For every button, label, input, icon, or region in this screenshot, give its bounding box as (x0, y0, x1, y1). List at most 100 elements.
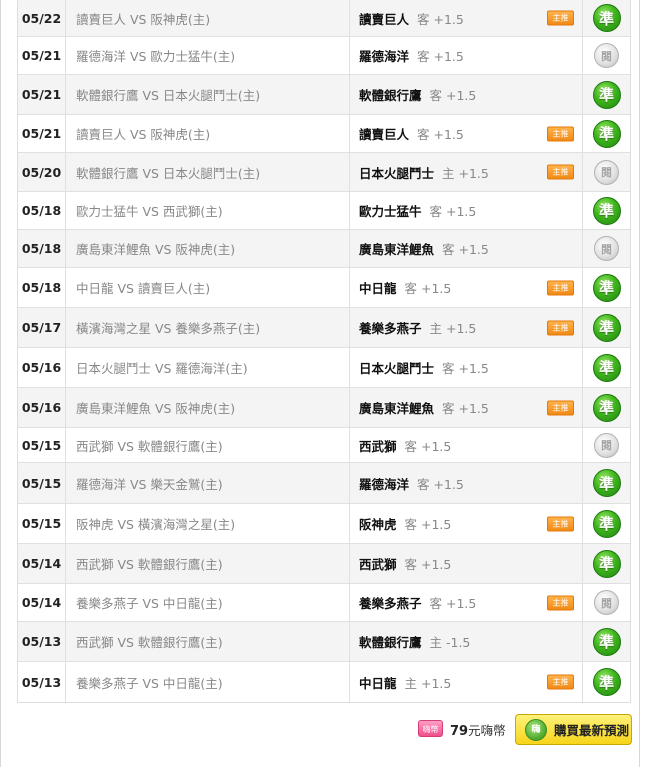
row-date: 05/18 (18, 268, 66, 307)
row-date: 05/15 (18, 504, 66, 543)
table-row: 05/15 羅德海洋 VS 樂天金鷲(主) 羅德海洋客 +1.5 準 (18, 463, 630, 504)
pick-handicap: 客 +1.5 (417, 11, 464, 27)
featured-tag: 主推 (547, 164, 574, 180)
row-pick: 廣島東洋鯉魚客 +1.5 主推 (350, 388, 583, 427)
row-result: 閱 (583, 584, 630, 621)
row-result: 閱 (583, 153, 630, 191)
table-row: 05/15 西武獅 VS 軟體銀行鷹(主) 西武獅客 +1.5 閱 (18, 428, 630, 463)
row-matchup: 歐力士猛牛 VS 西武獅(主) (66, 192, 350, 229)
pick-team: 讀賣巨人 (359, 127, 410, 142)
coin-icon: 嗨幣 (418, 720, 443, 737)
table-row: 05/16 日本火腿鬥士 VS 羅德海洋(主) 日本火腿鬥士客 +1.5 準 (18, 348, 630, 388)
row-pick: 羅德海洋客 +1.5 (350, 37, 583, 74)
table-row: 05/20 軟體銀行鷹 VS 日本火腿鬥士(主) 日本火腿鬥士主 +1.5 主推 閱 (18, 153, 630, 192)
table-row: 05/14 西武獅 VS 軟體銀行鷹(主) 西武獅客 +1.5 準 (18, 544, 630, 584)
miss-badge-icon: 閱 (594, 432, 619, 458)
pick-team: 讀賣巨人 (359, 11, 410, 27)
table-row: 05/13 西武獅 VS 軟體銀行鷹(主) 軟體銀行鷹主 -1.5 準 (18, 622, 630, 662)
row-date: 05/13 (18, 662, 66, 702)
row-pick: 日本火腿鬥士主 +1.5 主推 (350, 153, 583, 191)
miss-badge-icon: 閱 (594, 43, 619, 68)
table-row: 05/18 歐力士猛牛 VS 西武獅(主) 歐力士猛牛客 +1.5 準 (18, 192, 630, 230)
row-date: 05/16 (18, 348, 66, 387)
row-matchup: 羅德海洋 VS 樂天金鷲(主) (66, 463, 350, 503)
row-date: 05/21 (18, 75, 66, 114)
row-matchup: 羅德海洋 VS 歐力士猛牛(主) (66, 37, 350, 74)
row-result: 準 (583, 504, 630, 543)
pick-team: 軟體銀行鷹 (359, 635, 422, 650)
hit-badge-icon: 準 (592, 196, 621, 225)
row-date: 05/18 (18, 230, 66, 267)
row-pick: 羅德海洋客 +1.5 (350, 463, 583, 503)
featured-tag: 主推 (547, 126, 574, 141)
pick-team: 阪神虎 (359, 517, 397, 532)
row-pick: 軟體銀行鷹客 +1.5 (350, 75, 583, 114)
pick-team: 廣島東洋鯉魚 (359, 242, 435, 257)
pick-handicap: 客 +1.5 (442, 401, 489, 416)
row-date: 05/14 (18, 584, 66, 621)
featured-tag: 主推 (547, 10, 574, 26)
row-matchup: 日本火腿鬥士 VS 羅德海洋(主) (66, 348, 350, 387)
hit-badge-icon: 準 (592, 313, 621, 342)
pick-team: 羅德海洋 (359, 476, 410, 492)
row-date: 05/21 (18, 115, 66, 152)
prediction-table: 05/22 讀賣巨人 VS 阪神虎(主) 讀賣巨人客 +1.5 主推準 05/21 羅德海… (17, 0, 631, 703)
row-result: 閱 (583, 428, 630, 462)
hit-badge-icon: 準 (592, 353, 621, 382)
row-result: 準 (583, 268, 630, 307)
row-matchup: 養樂多燕子 VS 中日龍(主) (66, 662, 350, 702)
row-pick: 阪神虎客 +1.5 主推 (350, 504, 583, 543)
pick-handicap: 客 +1.5 (417, 476, 464, 492)
buy-button-label: 購買最新預測 (554, 723, 630, 738)
row-date: 05/22 (18, 0, 66, 36)
row-result: 準 (583, 622, 630, 661)
row-pick: 讀賣巨人客 +1.5 主推 (350, 115, 583, 152)
hit-badge-icon: 準 (592, 509, 621, 538)
coin-badge-icon: 嗨 (525, 718, 547, 741)
miss-badge-icon: 閱 (594, 236, 619, 261)
row-pick: 讀賣巨人客 +1.5 主推 (350, 0, 583, 36)
pick-handicap: 客 +1.5 (404, 281, 452, 296)
row-matchup: 軟體銀行鷹 VS 日本火腿鬥士(主) (66, 153, 350, 191)
table-row: 05/15 阪神虎 VS 橫濱海灣之星(主) 阪神虎客 +1.5 主推 準 (18, 504, 630, 544)
pick-handicap: 客 +1.5 (442, 361, 489, 376)
row-date: 05/16 (18, 388, 66, 427)
row-pick: 廣島東洋鯉魚客 +1.5 (350, 230, 583, 267)
featured-tag: 主推 (547, 674, 574, 690)
hit-badge-icon: 準 (592, 668, 621, 696)
row-date: 05/20 (18, 153, 66, 191)
row-result: 準 (583, 662, 630, 702)
pick-handicap: 主 +1.5 (404, 675, 452, 691)
pick-team: 養樂多燕子 (359, 321, 422, 336)
pick-team: 羅德海洋 (359, 49, 410, 64)
row-matchup: 橫濱海灣之星 VS 養樂多燕子(主) (66, 308, 350, 347)
row-date: 05/13 (18, 622, 66, 661)
pick-handicap: 客 +1.5 (442, 242, 489, 257)
hit-badge-icon: 準 (592, 80, 621, 109)
buy-latest-prediction-button[interactable]: 嗨 購買最新預測 (515, 714, 632, 745)
row-pick: 養樂多燕子客 +1.5 主推 (350, 584, 583, 621)
row-matchup: 西武獅 VS 軟體銀行鷹(主) (66, 544, 350, 583)
table-row: 05/21 羅德海洋 VS 歐力士猛牛(主) 羅德海洋客 +1.5 閱 (18, 37, 630, 75)
pick-handicap: 主 +1.5 (429, 321, 477, 336)
hit-badge-icon: 準 (592, 393, 621, 422)
pick-handicap: 客 +1.5 (404, 557, 452, 572)
row-pick: 軟體銀行鷹主 -1.5 (350, 622, 583, 661)
row-matchup: 西武獅 VS 軟體銀行鷹(主) (66, 622, 350, 661)
featured-tag: 主推 (547, 320, 574, 335)
row-result: 準 (583, 388, 630, 427)
row-matchup: 阪神虎 VS 橫濱海灣之星(主) (66, 504, 350, 543)
row-result: 準 (583, 463, 630, 503)
hit-badge-icon: 準 (592, 549, 621, 578)
row-date: 05/21 (18, 37, 66, 74)
row-result: 準 (583, 308, 630, 347)
table-row: 05/16 廣島東洋鯉魚 VS 阪神虎(主) 廣島東洋鯉魚客 +1.5 主推 準 (18, 388, 630, 428)
row-date: 05/15 (18, 463, 66, 503)
row-date: 05/17 (18, 308, 66, 347)
row-result: 閱 (583, 37, 630, 74)
row-date: 05/14 (18, 544, 66, 583)
hit-badge-icon: 準 (592, 469, 621, 497)
miss-badge-icon: 閱 (594, 159, 619, 185)
miss-badge-icon: 閱 (594, 590, 619, 615)
row-date: 05/15 (18, 428, 66, 462)
